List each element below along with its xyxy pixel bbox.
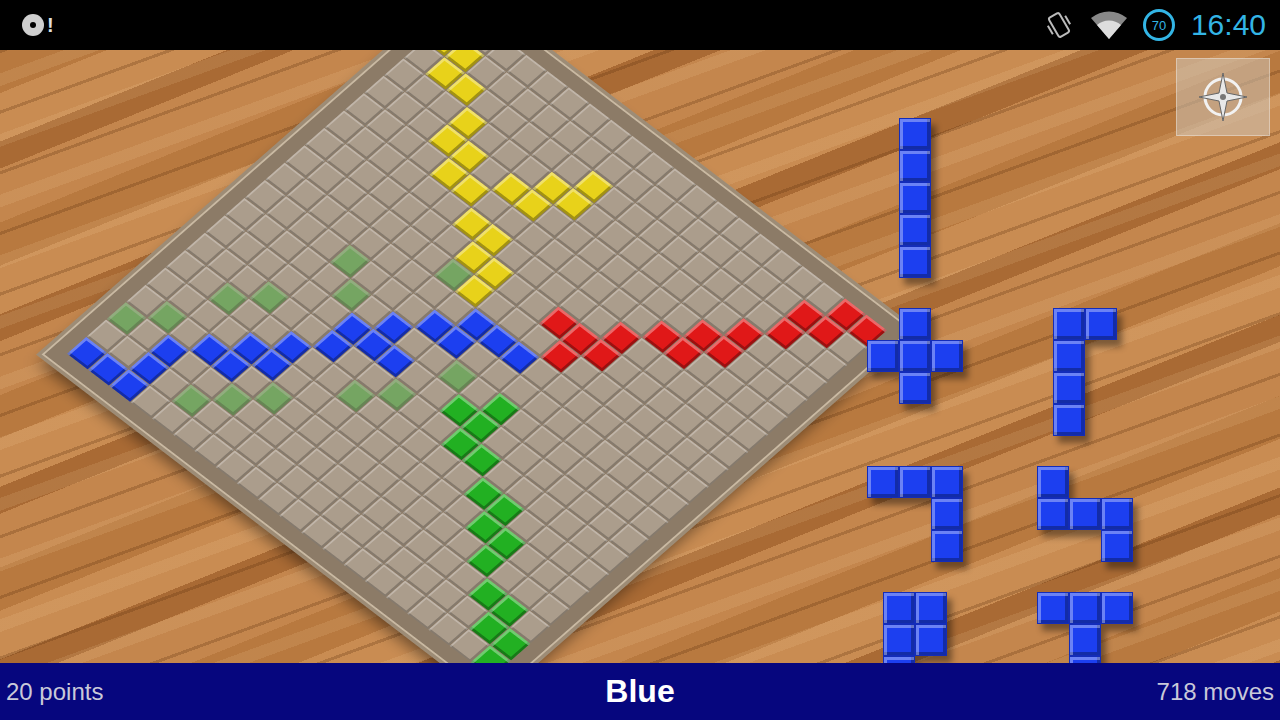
- status-bar: ! 70 16:40: [0, 0, 1280, 50]
- piece-tile: [915, 624, 947, 656]
- piece-tile: [1037, 466, 1069, 498]
- piece-tile: [899, 150, 931, 182]
- piece-tile: [931, 340, 963, 372]
- piece-tile: [899, 372, 931, 404]
- piece-tile: [1069, 656, 1101, 663]
- piece-tile: [1053, 340, 1085, 372]
- piece-tile: [931, 498, 963, 530]
- piece-tile: [1101, 498, 1133, 530]
- clock: 16:40: [1189, 8, 1266, 42]
- screen: ! 70 16:40 20 points Blue 718 moves: [0, 0, 1280, 720]
- piece-tile: [1053, 308, 1085, 340]
- piece-tile: [899, 246, 931, 278]
- piece-tile: [867, 340, 899, 372]
- piece-tile: [1069, 592, 1101, 624]
- piece-tile: [899, 214, 931, 246]
- piece-tile: [1037, 498, 1069, 530]
- stock-piece[interactable]: [1053, 308, 1117, 436]
- score-bar: 20 points Blue 718 moves: [0, 663, 1280, 720]
- piece-tile: [899, 308, 931, 340]
- stock-piece[interactable]: [867, 466, 963, 562]
- stock-row: [860, 466, 1140, 562]
- piece-stock: [860, 118, 1140, 663]
- compass-icon: [1195, 69, 1251, 125]
- view-button[interactable]: [1176, 58, 1270, 136]
- piece-tile: [1069, 624, 1101, 656]
- stock-row: [860, 592, 1140, 663]
- notification-area: !: [20, 12, 54, 38]
- piece-tile: [1101, 592, 1133, 624]
- system-icons: 70 16:40: [1043, 8, 1266, 42]
- stock-row: [860, 308, 1140, 436]
- stock-piece[interactable]: [1037, 466, 1133, 562]
- piece-tile: [1037, 592, 1069, 624]
- piece-tile: [1053, 404, 1085, 436]
- piece-tile: [931, 530, 963, 562]
- piece-tile: [899, 466, 931, 498]
- stock-piece[interactable]: [867, 308, 963, 436]
- stock-piece[interactable]: [1037, 592, 1133, 663]
- moves-label: 718 moves: [675, 678, 1274, 706]
- piece-tile: [899, 118, 931, 150]
- piece-tile: [1101, 530, 1133, 562]
- piece-tile: [931, 466, 963, 498]
- game-board[interactable]: [42, 50, 913, 663]
- piece-tile: [915, 592, 947, 624]
- current-player: Blue: [605, 673, 674, 710]
- piece-tile: [1053, 372, 1085, 404]
- piece-tile: [883, 656, 915, 663]
- piece-tile: [899, 182, 931, 214]
- piece-tile: [867, 466, 899, 498]
- piece-tile: [883, 624, 915, 656]
- piece-tile: [899, 340, 931, 372]
- stock-piece[interactable]: [883, 592, 947, 663]
- disc-icon: [20, 12, 46, 38]
- points-label: 20 points: [6, 678, 605, 706]
- piece-tile: [883, 592, 915, 624]
- piece-tile: [1085, 308, 1117, 340]
- piece-tile: [1069, 498, 1101, 530]
- battery-indicator: 70: [1143, 9, 1175, 41]
- wifi-icon: [1089, 9, 1129, 41]
- game-table: [0, 50, 1280, 663]
- vibrate-icon: [1043, 9, 1075, 41]
- stock-row: [860, 118, 1140, 278]
- stock-piece[interactable]: [899, 118, 931, 278]
- notification-badge: !: [47, 14, 54, 37]
